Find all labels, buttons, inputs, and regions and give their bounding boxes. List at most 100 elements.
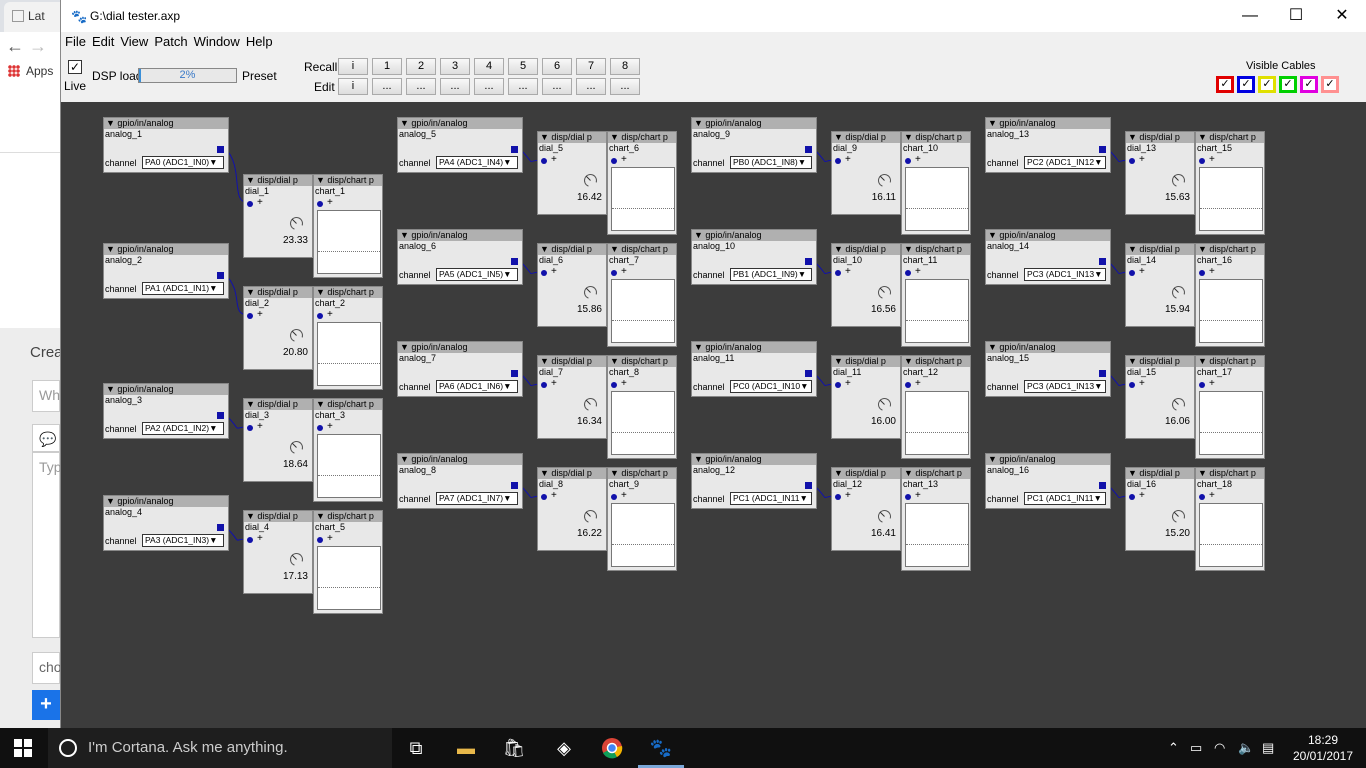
inlet-port[interactable] xyxy=(1129,158,1135,164)
inlet-port[interactable] xyxy=(317,201,323,207)
channel-select[interactable]: PA1 (ADC1_IN1)▼ xyxy=(142,282,224,295)
analog-object[interactable]: ▼ gpio/in/analog analog_8 channel PA7 (ADC1… xyxy=(397,453,523,509)
inlet-port[interactable] xyxy=(835,382,841,388)
edit-preset-button[interactable]: ... xyxy=(576,78,606,95)
dial-object[interactable]: ▼ disp/dial p dial_4 +17.13 xyxy=(243,510,313,594)
inlet-port[interactable] xyxy=(1199,158,1205,164)
analog-object[interactable]: ▼ gpio/in/analog analog_9 channel PB0 (ADC1… xyxy=(691,117,817,173)
dial-object[interactable]: ▼ disp/dial p dial_2 +20.80 xyxy=(243,286,313,370)
channel-select[interactable]: PC1 (ADC1_IN11▼ xyxy=(1024,492,1106,505)
back-arrow-icon[interactable]: ← xyxy=(6,36,24,56)
add-button[interactable]: + xyxy=(32,690,60,720)
inlet-port[interactable] xyxy=(247,201,253,207)
menu-item[interactable]: Patch xyxy=(150,32,187,49)
tray-chevron-icon[interactable]: ⌃ xyxy=(1168,740,1179,756)
edit-preset-button[interactable]: ... xyxy=(440,78,470,95)
outlet-port[interactable] xyxy=(511,258,518,265)
outlet-port[interactable] xyxy=(1099,482,1106,489)
maximize-button[interactable]: ☐ xyxy=(1273,4,1319,28)
browser-input-1[interactable]: Wh xyxy=(32,380,60,412)
edit-preset-button[interactable]: ... xyxy=(474,78,504,95)
inlet-port[interactable] xyxy=(541,270,547,276)
forward-arrow-icon[interactable]: → xyxy=(29,36,47,56)
chart-object[interactable]: ▼ disp/chart p chart_7 + xyxy=(607,243,677,347)
chart-object[interactable]: ▼ disp/chart p chart_15 + xyxy=(1195,131,1265,235)
channel-select[interactable]: PA3 (ADC1_IN3)▼ xyxy=(142,534,224,547)
axoloti-taskbar-icon[interactable]: 🐾 xyxy=(647,734,675,762)
dial-object[interactable]: ▼ disp/dial p dial_3 +18.64 xyxy=(243,398,313,482)
dial-object[interactable]: ▼ disp/dial p dial_1 +23.33 xyxy=(243,174,313,258)
inlet-port[interactable] xyxy=(905,494,911,500)
analog-object[interactable]: ▼ gpio/in/analog analog_4 channel PA3 (ADC1… xyxy=(103,495,229,551)
recall-button[interactable]: 4 xyxy=(474,58,504,75)
dropbox-icon[interactable]: ◈ xyxy=(550,734,578,762)
inlet-port[interactable] xyxy=(247,537,253,543)
analog-object[interactable]: ▼ gpio/in/analog analog_11 channel PC0 (ADC… xyxy=(691,341,817,397)
dial-object[interactable]: ▼ disp/dial p dial_16 +15.20 xyxy=(1125,467,1195,551)
inlet-port[interactable] xyxy=(611,382,617,388)
inlet-port[interactable] xyxy=(317,537,323,543)
inlet-port[interactable] xyxy=(317,425,323,431)
browser-textarea[interactable]: Typ xyxy=(32,452,62,638)
apps-bookmark[interactable]: Apps xyxy=(8,64,53,78)
chart-object[interactable]: ▼ disp/chart p chart_9 + xyxy=(607,467,677,571)
chart-object[interactable]: ▼ disp/chart p chart_6 + xyxy=(607,131,677,235)
inlet-port[interactable] xyxy=(905,382,911,388)
edit-preset-button[interactable]: ... xyxy=(406,78,436,95)
channel-select[interactable]: PA4 (ADC1_IN4)▼ xyxy=(436,156,518,169)
outlet-port[interactable] xyxy=(511,146,518,153)
edit-preset-button[interactable]: ... xyxy=(610,78,640,95)
dial-object[interactable]: ▼ disp/dial p dial_10 +16.56 xyxy=(831,243,901,327)
inlet-port[interactable] xyxy=(1129,270,1135,276)
inlet-port[interactable] xyxy=(541,158,547,164)
outlet-port[interactable] xyxy=(1099,146,1106,153)
inlet-port[interactable] xyxy=(905,270,911,276)
inlet-port[interactable] xyxy=(611,270,617,276)
outlet-port[interactable] xyxy=(511,370,518,377)
inlet-port[interactable] xyxy=(247,425,253,431)
menu-item[interactable]: File xyxy=(61,32,86,49)
analog-object[interactable]: ▼ gpio/in/analog analog_1 channel PA0 (ADC1… xyxy=(103,117,229,173)
wifi-icon[interactable]: ◠ xyxy=(1214,740,1225,756)
chart-object[interactable]: ▼ disp/chart p chart_10 + xyxy=(901,131,971,235)
channel-select[interactable]: PC2 (ADC1_IN12▼ xyxy=(1024,156,1106,169)
inlet-port[interactable] xyxy=(835,270,841,276)
channel-select[interactable]: PC0 (ADC1_IN10▼ xyxy=(730,380,812,393)
cable-color-checkbox[interactable]: ✓ xyxy=(1279,76,1297,93)
chart-object[interactable]: ▼ disp/chart p chart_8 + xyxy=(607,355,677,459)
channel-select[interactable]: PB1 (ADC1_IN9)▼ xyxy=(730,268,812,281)
chart-object[interactable]: ▼ disp/chart p chart_12 + xyxy=(901,355,971,459)
outlet-port[interactable] xyxy=(511,482,518,489)
windows-start-icon[interactable] xyxy=(14,739,32,757)
edit-preset-button[interactable]: i xyxy=(338,78,368,95)
dial-object[interactable]: ▼ disp/dial p dial_12 +16.41 xyxy=(831,467,901,551)
chart-object[interactable]: ▼ disp/chart p chart_18 + xyxy=(1195,467,1265,571)
browser-tab[interactable]: Lat xyxy=(4,2,60,32)
inlet-port[interactable] xyxy=(611,494,617,500)
clock[interactable]: 18:29 20/01/2017 xyxy=(1290,732,1356,764)
cable-color-checkbox[interactable]: ✓ xyxy=(1300,76,1318,93)
volume-icon[interactable]: 🔈 xyxy=(1238,740,1254,756)
menu-item[interactable]: Help xyxy=(242,32,273,49)
inlet-port[interactable] xyxy=(835,158,841,164)
outlet-port[interactable] xyxy=(805,482,812,489)
battery-icon[interactable]: ▭ xyxy=(1190,740,1202,756)
inlet-port[interactable] xyxy=(317,313,323,319)
analog-object[interactable]: ▼ gpio/in/analog analog_2 channel PA1 (ADC1… xyxy=(103,243,229,299)
inlet-port[interactable] xyxy=(1129,382,1135,388)
channel-select[interactable]: PC3 (ADC1_IN13▼ xyxy=(1024,380,1106,393)
channel-select[interactable]: PC1 (ADC1_IN11▼ xyxy=(730,492,812,505)
outlet-port[interactable] xyxy=(805,146,812,153)
outlet-port[interactable] xyxy=(217,412,224,419)
edit-preset-button[interactable]: ... xyxy=(372,78,402,95)
outlet-port[interactable] xyxy=(217,146,224,153)
cable-color-checkbox[interactable]: ✓ xyxy=(1258,76,1276,93)
channel-select[interactable]: PA5 (ADC1_IN5)▼ xyxy=(436,268,518,281)
chrome-icon[interactable] xyxy=(598,734,626,762)
inlet-port[interactable] xyxy=(1129,494,1135,500)
inlet-port[interactable] xyxy=(835,494,841,500)
chart-object[interactable]: ▼ disp/chart p chart_11 + xyxy=(901,243,971,347)
analog-object[interactable]: ▼ gpio/in/analog analog_12 channel PC1 (ADC… xyxy=(691,453,817,509)
dial-object[interactable]: ▼ disp/dial p dial_9 +16.11 xyxy=(831,131,901,215)
dial-object[interactable]: ▼ disp/dial p dial_5 +16.42 xyxy=(537,131,607,215)
